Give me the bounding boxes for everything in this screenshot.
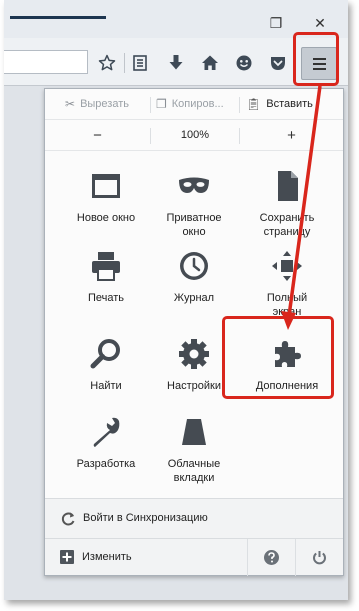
history-label: Журнал: [173, 292, 215, 304]
zoom-reset-button[interactable]: 100%: [151, 120, 239, 151]
find-button[interactable]: Найти: [60, 337, 152, 393]
edit-controls: ✂ Вырезать ❐ Копиров... 📋︎ Вставить: [45, 89, 343, 120]
zoom-controls: − 100% +: [45, 120, 343, 151]
quit-button[interactable]: [296, 539, 343, 576]
developer-button[interactable]: Разработка: [60, 415, 152, 471]
pocket-icon[interactable]: [268, 53, 288, 73]
history-button[interactable]: Журнал: [148, 249, 240, 305]
fullscreen-label-1: Полный: [266, 292, 308, 304]
power-icon: [313, 551, 326, 565]
help-button[interactable]: [248, 539, 295, 576]
sync-label: Войти в Синхронизацию: [83, 512, 208, 524]
private-window-button[interactable]: Приватное окно: [148, 169, 240, 239]
cloud-tabs-label-2: вкладки: [173, 472, 215, 484]
hello-icon[interactable]: [234, 53, 254, 73]
print-button[interactable]: Печать: [60, 249, 152, 305]
copy-icon: ❐: [156, 97, 167, 111]
zoom-in-button[interactable]: +: [240, 120, 343, 151]
menu-button-highlight: [293, 32, 339, 86]
cut-label: Вырезать: [80, 98, 129, 110]
divider: [239, 97, 240, 113]
zoom-out-button[interactable]: −: [45, 120, 150, 151]
help-icon: [264, 550, 279, 565]
url-bar[interactable]: [4, 50, 88, 74]
browser-window: ❐ ✕ ✂ Вырезать ❐ Копиров... 📋︎ Вставить …: [4, 0, 348, 600]
addons-highlight: [222, 316, 334, 399]
save-page-label-1: Сохранить: [259, 212, 315, 224]
find-label: Найти: [90, 380, 122, 392]
private-window-label-2: окно: [182, 226, 206, 238]
reading-list-icon[interactable]: [130, 53, 150, 73]
cloud-tabs-label-1: Облачные: [167, 458, 221, 470]
divider: [150, 97, 151, 113]
plus-box-icon: [60, 550, 74, 564]
toolbar-separator: [124, 53, 125, 73]
wrench-icon: [93, 417, 120, 447]
new-window-label: Новое окно: [76, 212, 136, 224]
print-label: Печать: [87, 292, 125, 304]
restore-button[interactable]: ❐: [266, 14, 286, 32]
save-page-label-2: страницу: [263, 226, 311, 238]
customize-button[interactable]: Изменить: [45, 539, 245, 576]
save-page-button[interactable]: Сохранить страницу: [241, 169, 333, 239]
active-tab-indicator[interactable]: [10, 16, 106, 19]
clock-icon: [180, 252, 208, 280]
developer-label: Разработка: [76, 458, 136, 470]
copy-button[interactable]: ❐ Копиров...: [156, 89, 224, 120]
private-window-label-1: Приватное: [166, 212, 222, 224]
clipboard-icon: 📋︎: [246, 97, 262, 111]
customize-label: Изменить: [82, 551, 132, 563]
cloud-tabs-button[interactable]: Облачные вкладки: [148, 415, 240, 485]
download-icon[interactable]: [166, 53, 186, 73]
close-button[interactable]: ✕: [310, 14, 330, 32]
menu-footer: Изменить: [45, 538, 343, 576]
scissors-icon: ✂: [65, 97, 76, 111]
sync-icon: [61, 512, 75, 526]
copy-label: Копиров...: [171, 98, 224, 110]
window-icon: [92, 174, 120, 198]
printer-icon: [92, 252, 120, 281]
tab-icon: [182, 419, 206, 445]
fullscreen-icon: [272, 251, 302, 281]
gear-icon: [179, 339, 209, 369]
paste-label: Вставить: [266, 98, 313, 110]
star-icon[interactable]: [97, 53, 117, 73]
cut-button[interactable]: ✂ Вырезать: [65, 89, 129, 120]
magnifier-icon: [90, 339, 120, 369]
sync-button[interactable]: Войти в Синхронизацию: [45, 498, 343, 538]
page-icon: [278, 171, 298, 201]
paste-button[interactable]: 📋︎ Вставить: [246, 89, 313, 120]
home-icon[interactable]: [200, 53, 220, 73]
mask-icon: [179, 177, 209, 193]
new-window-button[interactable]: Новое окно: [60, 169, 152, 225]
fullscreen-button[interactable]: Полный экран: [241, 249, 333, 319]
